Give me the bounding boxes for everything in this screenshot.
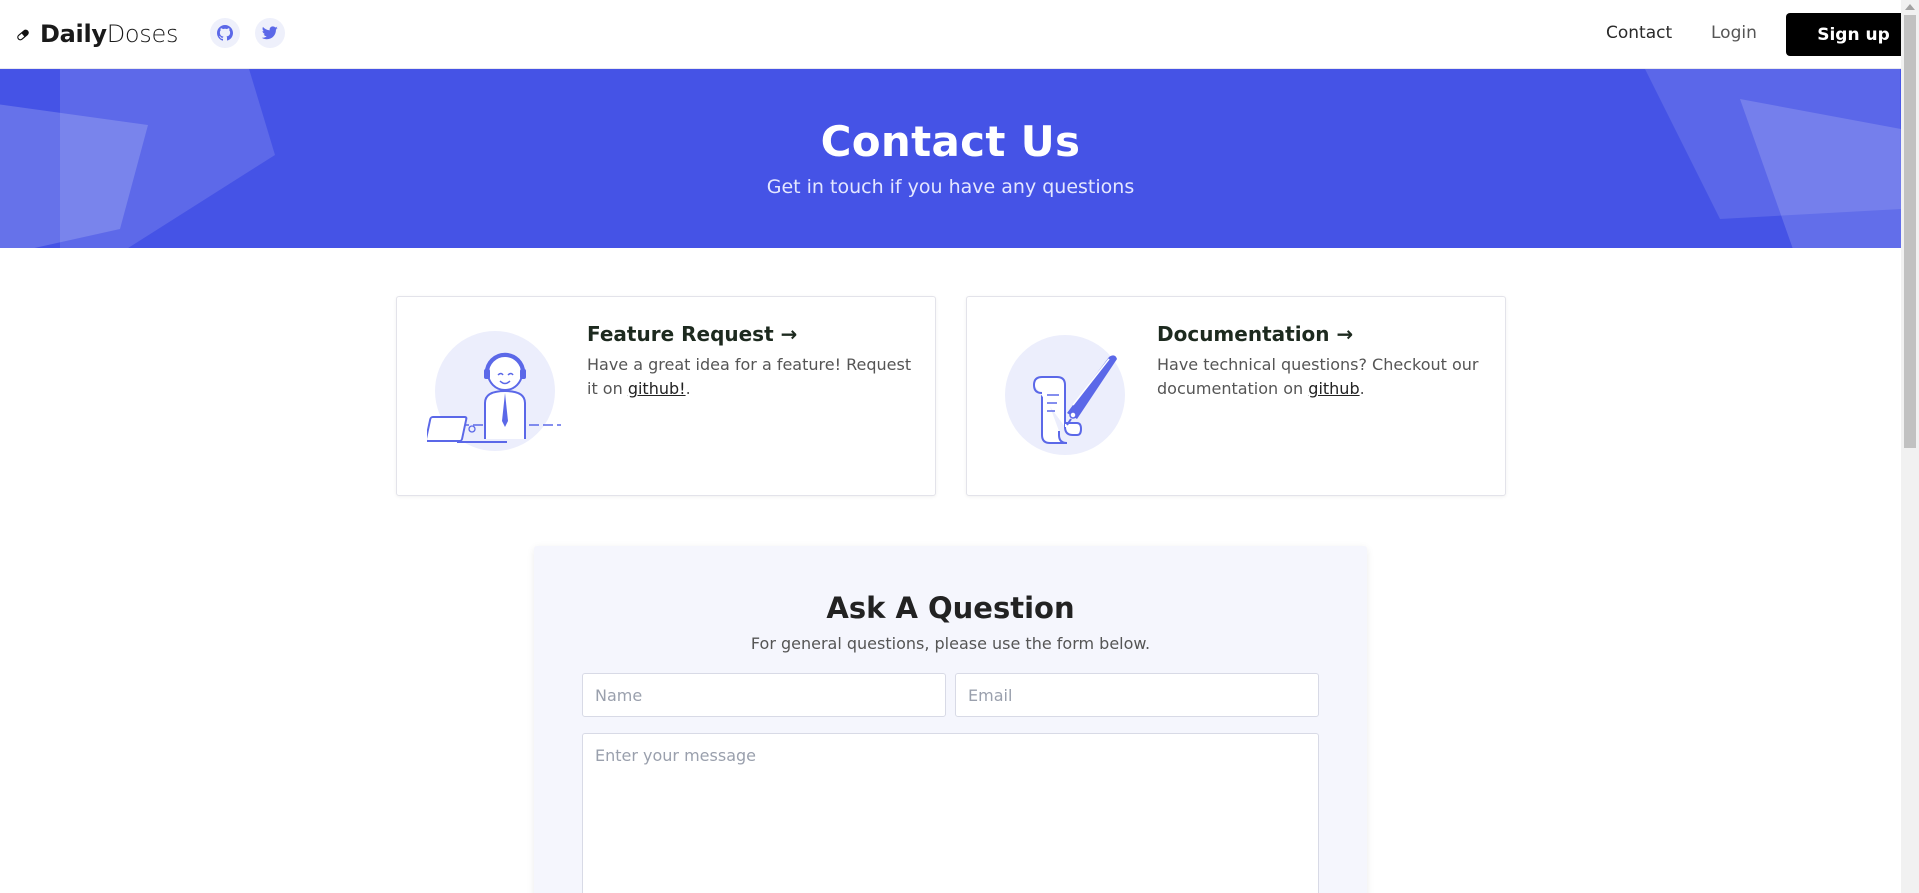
page-subtitle: Get in touch if you have any questions xyxy=(766,176,1135,198)
nav-login-link[interactable]: Login xyxy=(1711,23,1757,43)
scroll-quill-illustration xyxy=(1005,335,1125,455)
feature-request-description: Have a great idea for a feature! Request… xyxy=(587,353,917,401)
documentation-period: . xyxy=(1359,379,1365,398)
support-agent-illustration xyxy=(427,331,561,451)
github-link[interactable] xyxy=(210,18,240,48)
nav-contact-link[interactable]: Contact xyxy=(1606,23,1672,43)
form-title: Ask A Question xyxy=(826,591,1075,625)
twitter-icon xyxy=(262,26,278,40)
brand-logo[interactable]: Daily Doses xyxy=(16,20,178,48)
documentation-card[interactable]: Documentation → Have technical questions… xyxy=(966,296,1506,496)
feature-request-github-link[interactable]: github! xyxy=(628,379,686,398)
documentation-github-link[interactable]: github xyxy=(1308,379,1359,398)
feature-request-card[interactable]: Feature Request → Have a great idea for … xyxy=(396,296,936,496)
pill-icon xyxy=(16,27,30,41)
scrollbar-thumb[interactable] xyxy=(1904,15,1916,448)
scroll-up-arrow-icon[interactable] xyxy=(1905,4,1915,10)
feature-request-title[interactable]: Feature Request → xyxy=(587,322,797,346)
name-input[interactable] xyxy=(582,673,946,717)
twitter-link[interactable] xyxy=(255,18,285,48)
email-input[interactable] xyxy=(955,673,1319,717)
brand-name-bold: Daily xyxy=(40,20,107,48)
page-title: Contact Us xyxy=(820,117,1081,166)
documentation-description: Have technical questions? Checkout our d… xyxy=(1157,353,1487,401)
signup-button[interactable]: Sign up xyxy=(1786,13,1919,56)
form-subtitle: For general questions, please use the fo… xyxy=(750,634,1151,653)
ask-question-form: Ask A Question For general questions, pl… xyxy=(534,546,1367,893)
documentation-title[interactable]: Documentation → xyxy=(1157,322,1353,346)
top-navbar: Daily Doses Contact Login Sign up xyxy=(0,0,1919,69)
brand-name-light: Doses xyxy=(106,20,179,48)
message-textarea[interactable] xyxy=(582,733,1319,893)
github-icon xyxy=(217,25,233,41)
hero-banner: Contact Us Get in touch if you have any … xyxy=(0,69,1901,248)
feature-request-period: . xyxy=(685,379,691,398)
